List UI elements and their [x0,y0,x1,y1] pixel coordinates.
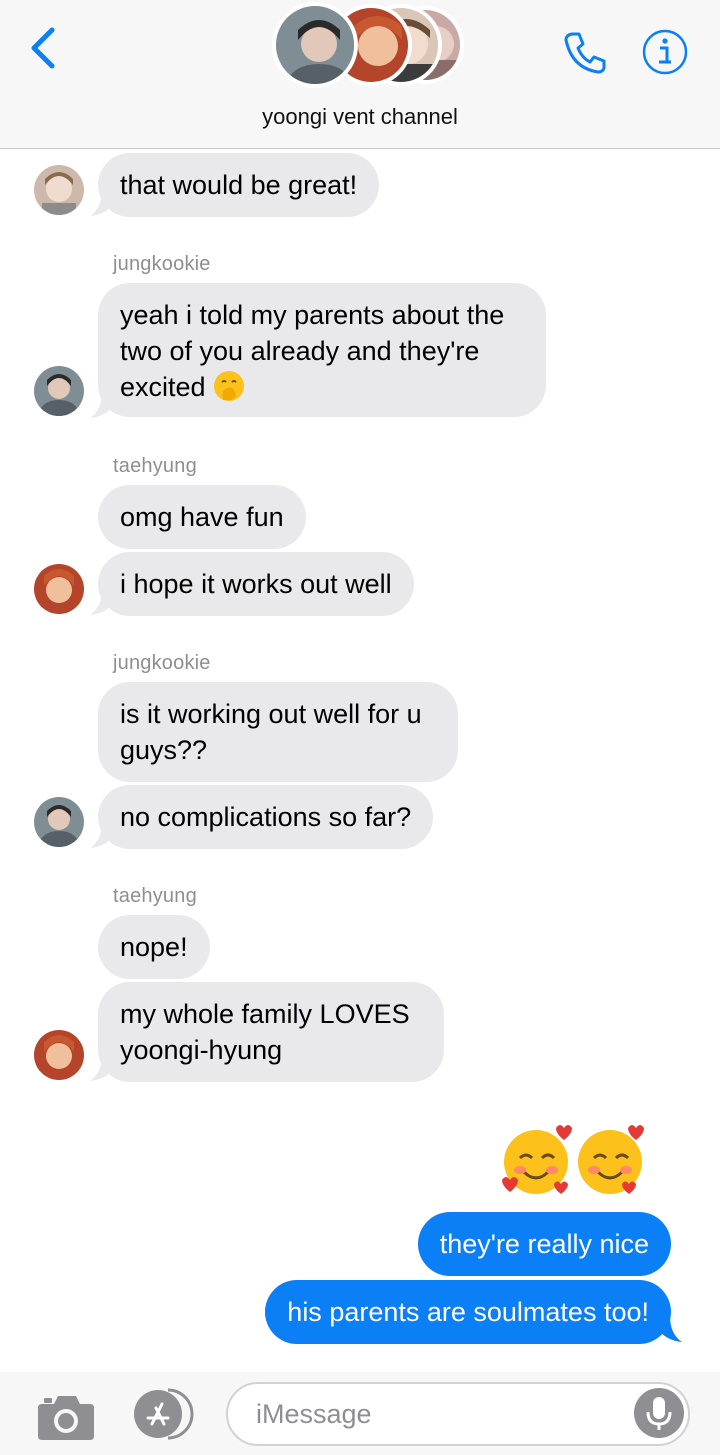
conversation-header: yoongi vent channel [0,0,720,149]
app-store-icon [134,1388,194,1440]
message-input[interactable] [226,1382,690,1446]
message-line: my whole family LOVES [120,999,410,1029]
emoji-message[interactable] [498,1122,650,1198]
sender-avatar [34,366,84,416]
info-icon [642,29,688,75]
message-line: guys?? [120,735,208,765]
camera-button[interactable] [36,1390,96,1442]
sender-avatar [34,797,84,847]
app-store-button[interactable] [130,1388,196,1440]
camera-icon [38,1396,94,1440]
bubble-tail [658,1316,682,1342]
message-line: two of you already and they're [120,336,480,366]
message-bubble[interactable]: yeah i told my parents about the two of … [98,283,546,417]
chevron-left-icon [31,27,55,69]
smiling-face-with-hearts-emoji [502,1125,644,1194]
message-bubble[interactable]: nope! [98,915,210,979]
message-text: excited [120,372,206,402]
message-bubble[interactable]: i hope it works out well [98,552,414,616]
message-line: is it working out well for u [120,699,422,729]
member-avatar [272,2,358,88]
info-button[interactable] [641,28,689,76]
message-bubble[interactable]: is it working out well for u guys?? [98,682,458,782]
sender-name: taehyung [113,455,197,477]
message-line: yoongi-hyung [120,1035,283,1065]
sender-name: jungkookie [113,253,211,275]
back-button[interactable] [26,24,66,72]
message-bubble[interactable]: no complications so far? [98,785,434,849]
sender-avatar [34,165,84,215]
group-avatars[interactable] [272,2,464,88]
message-bubble[interactable]: they're really nice [417,1212,671,1276]
sender-name: jungkookie [113,652,211,674]
group-name[interactable]: yoongi vent channel [0,104,720,130]
phone-icon [564,32,606,74]
sender-avatar [34,1030,84,1080]
message-bubble[interactable]: that would be great! [98,153,380,217]
message-bubble[interactable]: his parents are soulmates too! [265,1280,671,1344]
dictation-button[interactable] [634,1388,684,1438]
message-bubble[interactable]: omg have fun [98,485,306,549]
message-line: yeah i told my parents about the [120,300,505,330]
microphone-icon [646,1397,672,1430]
sender-avatar [34,564,84,614]
message-bubble[interactable]: my whole family LOVES yoongi-hyung [98,982,444,1082]
face-with-hand-over-mouth-emoji [214,371,245,401]
call-button[interactable] [562,28,610,76]
sender-name: taehyung [113,885,197,907]
compose-bar [0,1372,720,1455]
message-line: excited [120,369,524,405]
